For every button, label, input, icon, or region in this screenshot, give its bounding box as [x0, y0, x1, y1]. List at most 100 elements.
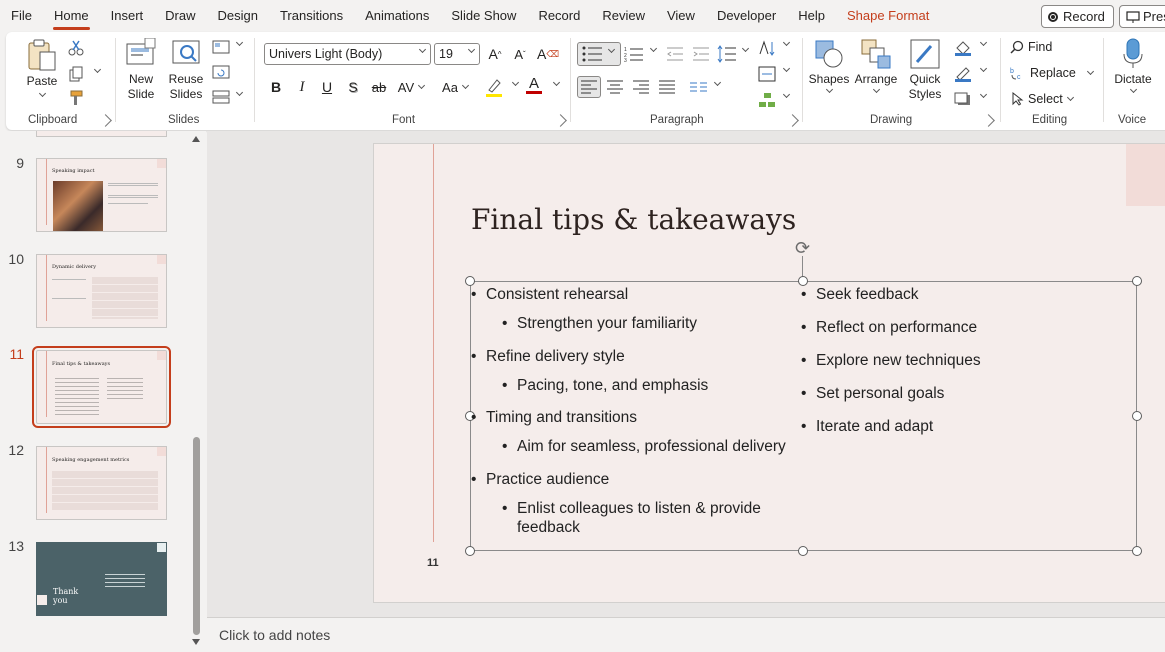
- menu-transitions[interactable]: Transitions: [269, 0, 354, 32]
- section-chevron-icon[interactable]: [235, 88, 244, 97]
- format-painter-icon[interactable]: [68, 90, 84, 106]
- menu-view[interactable]: View: [656, 0, 706, 32]
- dictate-button[interactable]: Dictate: [1110, 38, 1156, 94]
- slide-thumbnail-11[interactable]: Final tips & takeaways: [32, 346, 171, 428]
- reset-slide-icon[interactable]: [212, 65, 230, 79]
- layout-chevron-icon[interactable]: [235, 38, 244, 47]
- shapes-button[interactable]: Shapes: [809, 38, 849, 94]
- font-name-dropdown[interactable]: Univers Light (Body): [264, 43, 431, 65]
- menu-record[interactable]: Record: [527, 0, 591, 32]
- shape-outline-chevron-icon[interactable]: [979, 64, 988, 73]
- select-button[interactable]: Select: [1010, 92, 1074, 106]
- character-spacing-icon[interactable]: AV: [396, 76, 426, 98]
- decrease-indent-icon[interactable]: [666, 46, 684, 62]
- align-text-chevron-icon[interactable]: [782, 64, 791, 73]
- layout-icon[interactable]: [212, 40, 230, 54]
- shape-effects-icon[interactable]: [954, 92, 972, 108]
- resize-handle-se[interactable]: [1132, 546, 1142, 556]
- bullet-level-2[interactable]: Aim for seamless, professional delivery: [502, 437, 786, 456]
- copy-chevron-icon[interactable]: [93, 65, 102, 74]
- scroll-down-icon[interactable]: [191, 638, 201, 646]
- bullet-level-1[interactable]: Seek feedback: [801, 285, 918, 304]
- align-right-icon[interactable]: [633, 80, 649, 94]
- slide-thumbnail-9[interactable]: Speaking impact: [36, 158, 167, 232]
- resize-handle-sw[interactable]: [465, 546, 475, 556]
- line-spacing-icon[interactable]: [717, 45, 737, 63]
- bullet-level-1[interactable]: Iterate and adapt: [801, 417, 933, 436]
- columns-chevron-icon[interactable]: [713, 78, 722, 87]
- bullet-level-2[interactable]: Strengthen your familiarity: [502, 314, 697, 333]
- menu-slide-show[interactable]: Slide Show: [440, 0, 527, 32]
- columns-icon[interactable]: [690, 81, 708, 93]
- scroll-thumb[interactable]: [193, 437, 200, 635]
- align-left-button[interactable]: [577, 76, 601, 98]
- menu-shape-format[interactable]: Shape Format: [836, 0, 940, 32]
- line-spacing-chevron-icon[interactable]: [741, 44, 750, 53]
- record-button[interactable]: Record: [1041, 5, 1114, 28]
- font-launcher-icon[interactable]: [554, 114, 567, 127]
- smartart-chevron-icon[interactable]: [782, 90, 791, 99]
- bullet-level-1[interactable]: Set personal goals: [801, 384, 944, 403]
- bullets-button[interactable]: [577, 42, 621, 66]
- thumbnail-scrollbar[interactable]: [190, 131, 202, 652]
- italic-button[interactable]: I: [291, 76, 313, 98]
- underline-button[interactable]: U: [316, 76, 338, 98]
- shape-outline-icon[interactable]: [954, 66, 972, 82]
- bold-button[interactable]: B: [265, 76, 287, 98]
- slide-thumbnail-8-partial[interactable]: [36, 131, 167, 137]
- bullet-level-1[interactable]: Explore new techniques: [801, 351, 981, 370]
- shape-effects-chevron-icon[interactable]: [979, 90, 988, 99]
- notes-pane[interactable]: Click to add notes: [207, 617, 1165, 652]
- font-color-chevron-icon[interactable]: [552, 78, 561, 87]
- smartart-icon[interactable]: [758, 92, 776, 108]
- align-center-icon[interactable]: [607, 80, 623, 94]
- text-direction-chevron-icon[interactable]: [782, 38, 791, 47]
- bullet-level-1[interactable]: Consistent rehearsal: [471, 285, 628, 304]
- numbering-chevron-icon[interactable]: [649, 44, 658, 53]
- paste-button[interactable]: Paste: [24, 38, 60, 98]
- increase-font-icon[interactable]: A ^: [484, 43, 506, 65]
- new-slide-button[interactable]: New Slide: [121, 38, 161, 102]
- change-case-icon[interactable]: Aa: [438, 76, 472, 98]
- resize-handle-ne[interactable]: [1132, 276, 1142, 286]
- bullet-level-1[interactable]: Timing and transitions: [471, 408, 637, 427]
- find-button[interactable]: Find: [1010, 40, 1052, 54]
- resize-handle-e[interactable]: [1132, 411, 1142, 421]
- decrease-font-icon[interactable]: Aˇ: [509, 43, 531, 65]
- arrange-button[interactable]: Arrange: [852, 38, 900, 94]
- slide-thumbnail-13[interactable]: Thank you: [36, 542, 167, 616]
- menu-review[interactable]: Review: [591, 0, 656, 32]
- bullet-level-1[interactable]: Reflect on performance: [801, 318, 977, 337]
- section-icon[interactable]: [212, 90, 230, 104]
- slide-thumbnail-10[interactable]: Dynamic delivery: [36, 254, 167, 328]
- bullet-continuation[interactable]: feedback: [517, 518, 580, 537]
- shadow-button[interactable]: S: [342, 76, 364, 98]
- menu-developer[interactable]: Developer: [706, 0, 787, 32]
- text-direction-icon[interactable]: [758, 40, 776, 56]
- clear-formatting-icon[interactable]: A ⌫: [537, 43, 559, 65]
- increase-indent-icon[interactable]: [692, 46, 710, 62]
- resize-handle-s[interactable]: [798, 546, 808, 556]
- numbering-icon[interactable]: 123: [624, 46, 644, 62]
- reuse-slides-button[interactable]: Reuse Slides: [166, 38, 206, 102]
- paragraph-launcher-icon[interactable]: [786, 114, 799, 127]
- align-text-icon[interactable]: [758, 66, 776, 82]
- present-button[interactable]: Pres: [1119, 5, 1165, 28]
- quick-styles-button[interactable]: Quick Styles: [903, 38, 947, 102]
- shape-fill-icon[interactable]: [954, 40, 972, 56]
- replace-button[interactable]: bc Replace: [1010, 66, 1094, 80]
- menu-insert[interactable]: Insert: [100, 0, 155, 32]
- menu-draw[interactable]: Draw: [154, 0, 206, 32]
- bullet-level-1[interactable]: Refine delivery style: [471, 347, 625, 366]
- menu-home[interactable]: Home: [43, 0, 100, 32]
- menu-help[interactable]: Help: [787, 0, 836, 32]
- highlight-icon[interactable]: [485, 78, 503, 98]
- clipboard-launcher-icon[interactable]: [99, 114, 112, 127]
- font-size-dropdown[interactable]: 19: [434, 43, 480, 65]
- bullet-level-1[interactable]: Practice audience: [471, 470, 609, 489]
- highlight-chevron-icon[interactable]: [511, 78, 520, 87]
- slide-title[interactable]: Final tips & takeaways: [471, 203, 796, 236]
- copy-icon[interactable]: [68, 66, 84, 82]
- bullet-level-2[interactable]: Enlist colleagues to listen & provide: [502, 499, 761, 518]
- font-color-icon[interactable]: A: [523, 74, 545, 96]
